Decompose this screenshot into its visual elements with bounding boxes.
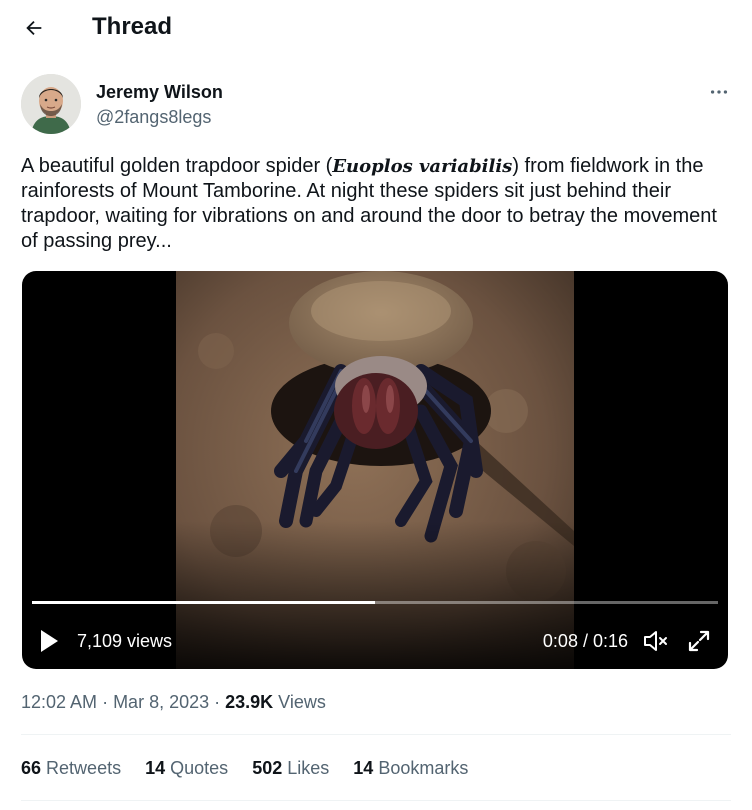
views-count: 23.9K (225, 692, 274, 712)
meta-separator: · (97, 692, 114, 712)
play-icon (41, 630, 58, 652)
retweets-stat[interactable]: 66 Retweets (21, 757, 121, 779)
quotes-stat[interactable]: 14 Quotes (145, 757, 228, 779)
likes-stat[interactable]: 502 Likes (252, 757, 329, 779)
bookmarks-count: 14 (353, 758, 374, 778)
meta-separator: · (209, 692, 226, 712)
more-options-button[interactable] (705, 78, 733, 106)
video-progress-fill (32, 601, 375, 604)
spider-video-still (176, 271, 574, 669)
retweets-label: Retweets (46, 758, 122, 778)
video-player[interactable]: 7,109 views 0:08 / 0:16 (22, 271, 728, 669)
video-time: 0:08 / 0:16 (542, 631, 628, 651)
thread-header: Thread (0, 0, 752, 56)
fullscreen-button[interactable] (686, 628, 712, 654)
arrow-left-icon (26, 20, 42, 36)
quotes-count: 14 (145, 758, 166, 778)
views-label: Views (273, 692, 326, 712)
author-name[interactable]: Jeremy Wilson (96, 81, 223, 103)
back-button[interactable] (18, 12, 50, 44)
likes-label: Likes (287, 758, 330, 778)
play-button[interactable] (38, 628, 60, 654)
divider (21, 800, 731, 801)
tweet-author: Jeremy Wilson @2fangs8legs (21, 74, 731, 136)
video-frame[interactable] (176, 271, 574, 669)
tweet-time-link[interactable]: 12:02 AM (21, 692, 97, 712)
tweet-date-link[interactable]: Mar 8, 2023 (113, 692, 209, 712)
quotes-label: Quotes (170, 758, 229, 778)
bookmarks-label: Bookmarks (378, 758, 469, 778)
page-title: Thread (92, 13, 173, 40)
author-handle[interactable]: @2fangs8legs (96, 106, 211, 128)
video-progress-bar[interactable] (32, 601, 718, 604)
retweets-count: 66 (21, 758, 42, 778)
tweet-meta: 12:02 AM · Mar 8, 2023 · 23.9K Views (21, 691, 326, 713)
avatar[interactable] (21, 74, 81, 134)
video-view-count: 7,109 views (77, 631, 173, 651)
tweet-stats: 66 Retweets 14 Quotes 502 Likes 14 Bookm… (21, 757, 492, 779)
muted-speaker-icon (644, 631, 667, 651)
likes-count: 502 (252, 758, 283, 778)
avatar-image (21, 74, 81, 134)
fullscreen-icon (688, 630, 710, 652)
mute-button[interactable] (642, 628, 670, 654)
tweet-text-before: A beautiful golden trapdoor spider ( (21, 155, 333, 177)
bookmarks-stat[interactable]: 14 Bookmarks (353, 757, 468, 779)
scientific-name: Euoplos variabilis (332, 156, 513, 177)
tweet-text: A beautiful golden trapdoor spider (Euop… (21, 154, 736, 254)
divider (21, 734, 731, 735)
more-horizontal-icon (710, 90, 728, 94)
